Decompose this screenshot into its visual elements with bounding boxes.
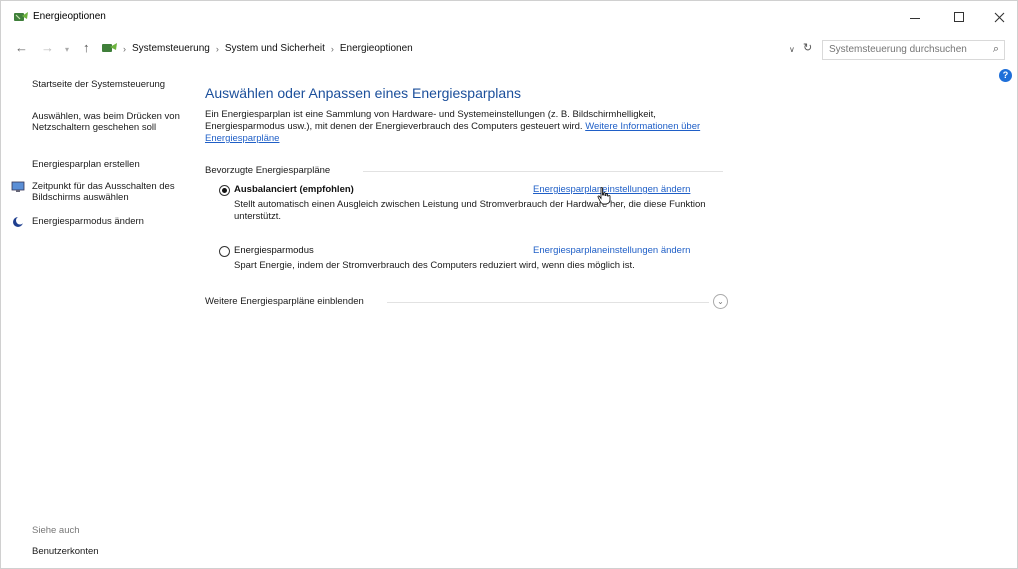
breadcrumb-separator: › (215, 43, 219, 54)
sidebar-item-power-buttons[interactable]: Auswählen, was beim Drücken von Netzscha… (32, 111, 182, 133)
close-icon (994, 12, 1004, 22)
title-bar[interactable]: Energieoptionen (1, 1, 1017, 33)
sidebar-item-sleep-mode[interactable]: Energiesparmodus ändern (32, 216, 182, 227)
intro-text: Ein Energiesparplan ist eine Sammlung vo… (205, 109, 725, 145)
refresh-icon[interactable]: ↻ (803, 41, 812, 54)
minimize-icon (910, 17, 920, 19)
plan-name-power-saver[interactable]: Energiesparmodus (234, 245, 314, 256)
sidebar-item-control-panel-home[interactable]: Startseite der Systemsteuerung (32, 79, 182, 90)
minimize-button[interactable] (895, 1, 935, 33)
more-plans-divider (387, 302, 709, 303)
search-input[interactable] (829, 44, 979, 55)
plan-name-balanced[interactable]: Ausbalanciert (empfohlen) (234, 184, 354, 195)
plan-settings-link-balanced[interactable]: Energiesparplaneinstellungen ändern (533, 184, 690, 195)
breadcrumb-item-systemsteuerung[interactable]: Systemsteuerung (132, 43, 210, 54)
more-plans-row[interactable]: Weitere Energiesparpläne einblenden ⌄ (205, 294, 735, 309)
expand-chevron-icon[interactable]: ⌄ (713, 294, 728, 309)
control-panel-icon (102, 43, 117, 52)
section-label: Bevorzugte Energiesparpläne (205, 165, 331, 176)
back-button[interactable]: ← (15, 41, 28, 55)
power-options-app-icon (14, 12, 28, 21)
breadcrumb-item-energieoptionen[interactable]: Energieoptionen (340, 43, 413, 54)
section-divider (363, 171, 723, 172)
breadcrumb-separator: › (123, 43, 126, 54)
plan-radio-power-saver[interactable] (219, 246, 230, 257)
maximize-button[interactable] (939, 1, 979, 33)
hand-cursor-icon (597, 187, 611, 205)
breadcrumb: › Systemsteuerung › System und Sicherhei… (123, 43, 413, 54)
window-title: Energieoptionen (33, 11, 106, 22)
navigation-bar: ← → ▾ ↑ › Systemsteuerung › System und S… (1, 33, 1017, 63)
sidebar-item-display-off-time[interactable]: Zeitpunkt für das Ausschalten des Bildsc… (32, 181, 182, 203)
plan-description-power-saver: Spart Energie, indem der Stromverbrauch … (234, 260, 635, 271)
sidebar-item-create-power-plan[interactable]: Energiesparplan erstellen (32, 159, 182, 170)
monitor-icon (11, 181, 25, 192)
forward-button[interactable]: → (41, 41, 54, 55)
see-also-heading: Siehe auch (32, 525, 80, 536)
search-icon[interactable]: ⌕ (993, 43, 999, 56)
more-plans-label[interactable]: Weitere Energiesparpläne einblenden (205, 296, 364, 307)
help-icon[interactable]: ? (999, 69, 1012, 82)
plan-radio-balanced[interactable] (219, 185, 230, 196)
up-button[interactable]: ↑ (83, 41, 90, 55)
moon-icon (13, 216, 24, 227)
breadcrumb-separator: › (330, 43, 334, 54)
plan-settings-link-power-saver[interactable]: Energiesparplaneinstellungen ändern (533, 245, 690, 256)
search-box[interactable]: ⌕ (822, 40, 1005, 60)
address-dropdown-icon[interactable]: ∨ (789, 45, 795, 54)
sidebar: Startseite der Systemsteuerung Auswählen… (1, 71, 191, 561)
energy-options-window: Energieoptionen ← → ▾ ↑ › Systemsteuerun… (0, 0, 1018, 569)
breadcrumb-item-system-und-sicherheit[interactable]: System und Sicherheit (225, 43, 325, 54)
sidebar-item-user-accounts[interactable]: Benutzerkonten (32, 546, 99, 557)
close-button[interactable] (979, 1, 1018, 33)
page-title: Auswählen oder Anpassen eines Energiespa… (205, 85, 521, 101)
plan-description-balanced: Stellt automatisch einen Ausgleich zwisc… (234, 199, 706, 222)
recent-locations-icon[interactable]: ▾ (65, 43, 69, 57)
maximize-icon (954, 12, 964, 22)
